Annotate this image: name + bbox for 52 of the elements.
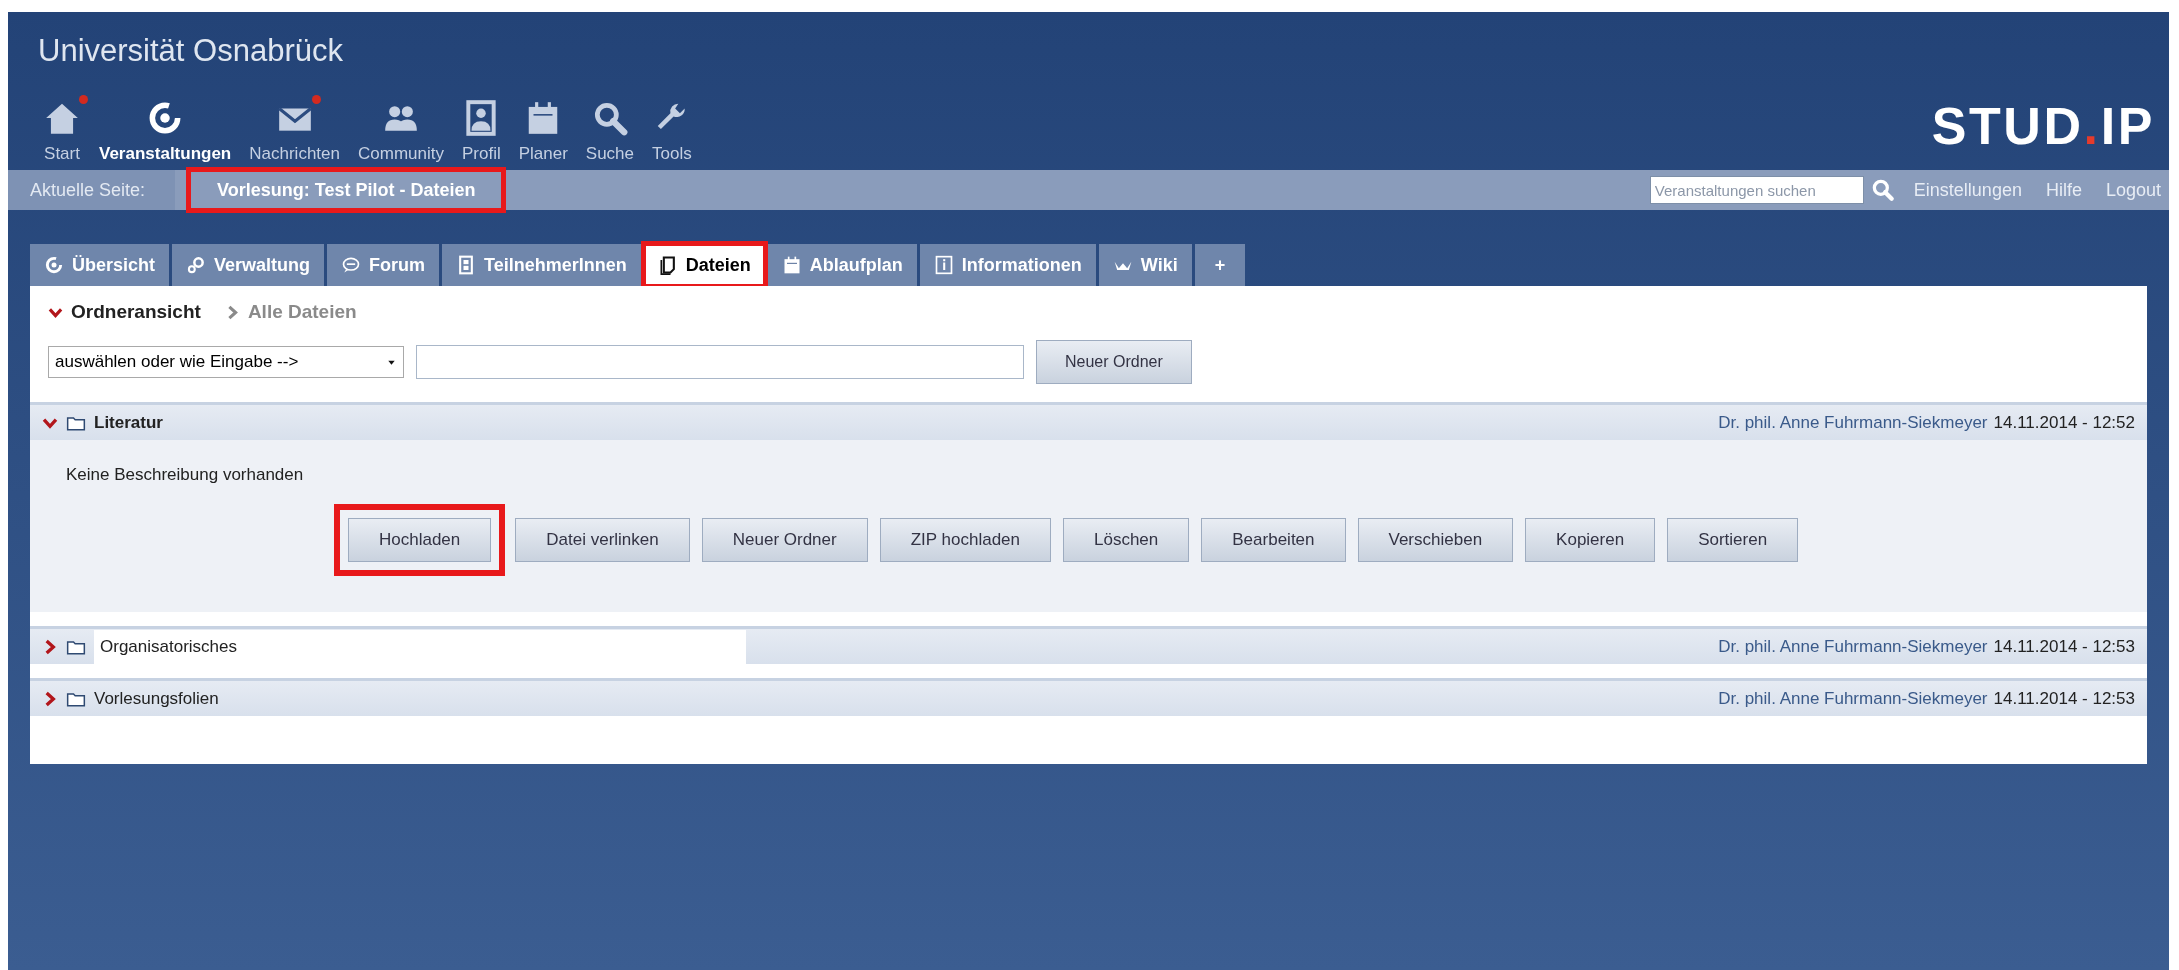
folder-header[interactable]: Vorlesungsfolien Dr. phil. Anne Fuhrmann-Siekmeyer 14.11.2014 - 12:53 [30,678,2147,716]
action-button[interactable]: ZIP hochladen [879,517,1051,562]
nav-item[interactable]: Planer [509,98,577,166]
tab[interactable]: Wiki [1098,244,1192,286]
current-page: Vorlesung: Test Pilot - Dateien [189,170,504,210]
folder-date: 14.11.2014 - 12:52 [1993,411,2135,434]
info-icon [933,255,954,275]
folder-description: Keine Beschreibung vorhanden [66,464,305,486]
tab[interactable]: + [1194,244,1246,286]
breadcrumb-label: Aktuelle Seite: [8,170,176,210]
action-button[interactable]: Sortieren [1667,517,1799,562]
folder-date: 14.11.2014 - 12:53 [1993,635,2135,658]
nav-item[interactable]: Community [349,98,453,166]
site-title: Universität Osnabrück [38,32,343,70]
folder-name-field[interactable] [416,345,1024,379]
folder-date: 14.11.2014 - 12:53 [1993,687,2135,710]
nav-item[interactable]: Suche [576,98,644,166]
tab[interactable]: Übersicht [30,244,170,286]
tab[interactable]: TeilnehmerInnen [442,244,641,286]
ring-icon [44,255,64,275]
author-name: Dr. phil. Anne Fuhrmann-Siekmeyer [1718,687,1988,710]
nav-item[interactable]: Start [34,98,90,166]
tab[interactable]: Verwaltung [172,244,325,286]
tab[interactable]: Informationen [919,244,1096,286]
speech-bubble-icon [341,255,362,275]
folder-title: Vorlesungsfolien [94,687,219,710]
new-folder-button[interactable]: Neuer Ordner [1036,340,1192,384]
action-button[interactable]: Verschieben [1357,517,1514,562]
folder-name-field[interactable]: Organisatorisches [94,629,746,664]
tab[interactable]: Dateien [643,244,765,286]
action-button[interactable]: Kopieren [1525,517,1656,562]
folder-select[interactable]: auswählen oder wie Eingabe --> [48,346,404,378]
tab[interactable]: Forum [327,244,440,286]
action-button[interactable]: Bearbeiten [1201,517,1346,562]
action-button[interactable]: Neuer Ordner [701,517,868,562]
action-button[interactable]: Datei verlinken [515,517,690,562]
author-name: Dr. phil. Anne Fuhrmann-Siekmeyer [1718,635,1988,658]
logo[interactable]: STUD.IP [1931,100,2155,152]
folder-title: Literatur [94,411,163,434]
nav-item[interactable]: Veranstaltungen [90,98,241,166]
nav-item[interactable]: Nachrichten [240,98,349,166]
view-link[interactable]: Ordneransicht [48,297,201,327]
action-button[interactable]: Löschen [1063,517,1190,562]
nav-item[interactable]: Profil [452,98,510,166]
folder-header[interactable]: Literatur Dr. phil. Anne Fuhrmann-Siekmeyer 14.11.2014 - 12:52 [30,402,2147,440]
gears-icon [186,255,207,275]
search-field[interactable]: Veranstaltungen suchen [1649,176,1864,204]
author-name: Dr. phil. Anne Fuhrmann-Siekmeyer [1718,411,1988,434]
nav-item[interactable]: Tools [643,98,701,166]
tab[interactable]: Ablaufplan [767,244,917,286]
folder-header[interactable]: Organisatorisches Dr. phil. Anne Fuhrmann-Siekmeyer 14.11.2014 - 12:53 [30,626,2147,664]
action-button[interactable]: Hochladen [334,503,506,576]
